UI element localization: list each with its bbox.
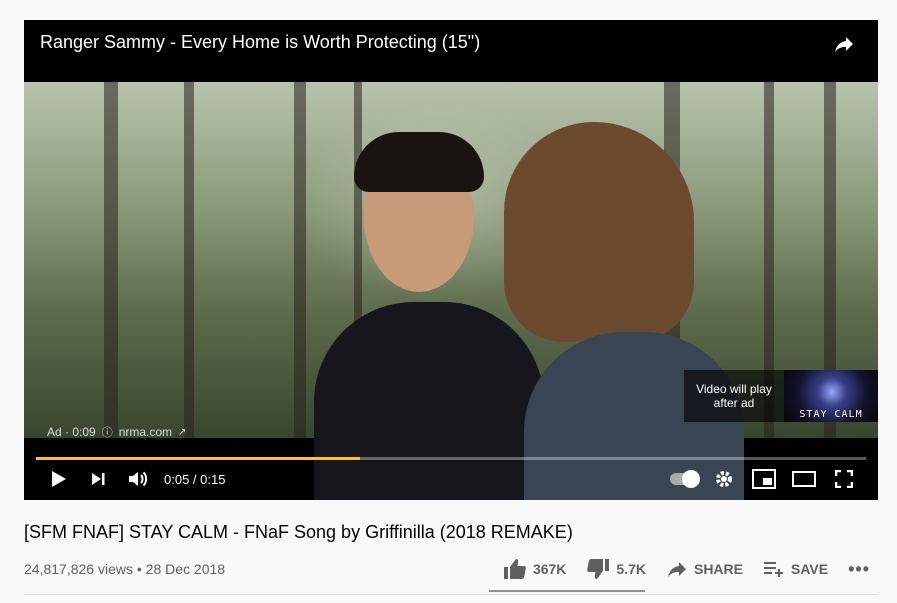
share-button[interactable]: SHARE	[658, 559, 751, 579]
view-count: 24,817,826 views	[24, 561, 133, 577]
divider	[24, 594, 878, 595]
thumb-down-icon	[587, 559, 610, 579]
up-next-label-line1: Video will play	[696, 382, 772, 396]
play-icon[interactable]	[38, 458, 78, 500]
miniplayer-icon[interactable]	[744, 458, 784, 500]
more-actions-icon[interactable]: •••	[840, 559, 878, 580]
fullscreen-icon[interactable]	[824, 458, 864, 500]
share-icon[interactable]	[832, 32, 856, 56]
time-display: 0:05 / 0:15	[164, 471, 226, 487]
thumb-up-icon	[503, 559, 526, 579]
like-button[interactable]: 367K	[495, 558, 574, 580]
save-label: SAVE	[791, 561, 829, 577]
share-label: SHARE	[693, 561, 743, 577]
up-next-thumbnail-text: STAY CALM	[799, 409, 863, 420]
autoplay-toggle-icon[interactable]	[664, 458, 704, 500]
dislike-button[interactable]: 5.7K	[578, 558, 654, 580]
ad-label: Ad · 0:09	[47, 425, 96, 439]
playlist-add-icon	[764, 562, 783, 577]
advertiser-link[interactable]: nrma.com	[119, 425, 172, 439]
theater-icon[interactable]	[784, 458, 824, 500]
save-button[interactable]: SAVE	[755, 559, 836, 579]
upload-date: 28 Dec 2018	[145, 561, 226, 577]
player-controls: 0:05 / 0:15	[24, 458, 878, 500]
meta-separator: •	[136, 561, 142, 577]
share-arrow-icon	[667, 562, 686, 577]
video-player[interactable]: Ranger Sammy - Every Home is Worth Prote…	[24, 20, 878, 500]
up-next-thumbnail[interactable]: STAY CALM	[784, 370, 878, 422]
info-icon[interactable]: ⓘ	[102, 424, 113, 440]
sentiment-bar	[489, 590, 645, 592]
settings-icon[interactable]	[704, 458, 744, 500]
up-next-label-line2: after ad	[713, 396, 755, 410]
action-buttons: 367K 5.7K SHARE SAVE •••	[495, 558, 878, 580]
ad-title[interactable]: Ranger Sammy - Every Home is Worth Prote…	[40, 32, 480, 53]
video-title: [SFM FNAF] STAY CALM - FNaF Song by Grif…	[24, 522, 573, 542]
like-count: 367K	[532, 561, 567, 577]
ad-info: Ad · 0:09 ⓘ nrma.com ↗	[47, 424, 186, 440]
dislike-count: 5.7K	[616, 561, 646, 577]
up-next-preview[interactable]: Video will play after ad STAY CALM	[684, 370, 878, 422]
volume-icon[interactable]	[118, 458, 158, 500]
video-meta-row: 24,817,826 views • 28 Dec 2018 367K 5.7K…	[24, 557, 878, 581]
external-link-icon: ↗	[178, 426, 187, 438]
next-icon[interactable]	[78, 458, 118, 500]
